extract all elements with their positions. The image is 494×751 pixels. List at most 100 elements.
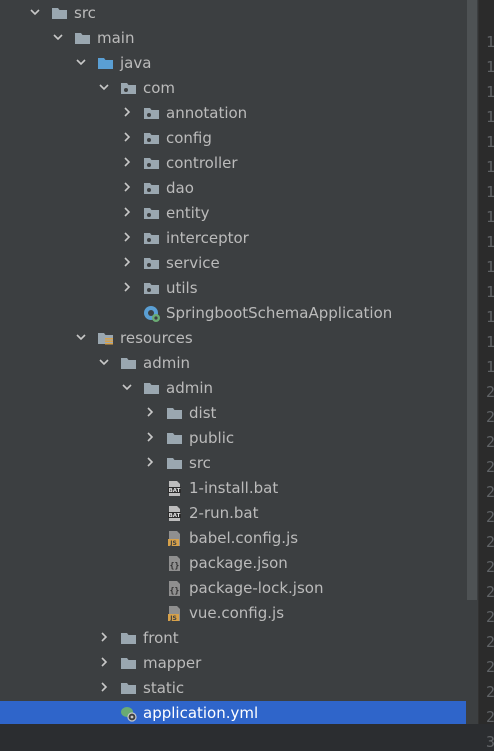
tree-item-label: static [143, 679, 185, 697]
chevron-right-icon[interactable] [122, 207, 132, 217]
chevron-right-icon[interactable] [122, 232, 132, 242]
folder-icon [166, 455, 183, 472]
chevron-right-icon[interactable] [122, 282, 132, 292]
tree-row[interactable]: src [0, 1, 466, 26]
tree-row[interactable]: controller [0, 151, 466, 176]
tree-row[interactable]: BAT 1-install.bat [0, 476, 466, 501]
tree-row[interactable]: entity [0, 201, 466, 226]
line-number: 2 [486, 508, 494, 526]
svg-text:BAT: BAT [169, 513, 181, 519]
tree-row[interactable]: resources [0, 326, 466, 351]
tree-row[interactable]: JS babel.config.js [0, 526, 466, 551]
chevron-down-icon[interactable] [53, 32, 63, 42]
tree-row[interactable]: public [0, 426, 466, 451]
chevron-right-icon[interactable] [99, 632, 109, 642]
chevron-down-icon[interactable] [122, 382, 132, 392]
chevron-right-icon[interactable] [99, 682, 109, 692]
tree-row[interactable]: application.yml [0, 701, 466, 724]
tree-item-label: package-lock.json [189, 579, 324, 597]
tree-row[interactable]: admin [0, 376, 466, 401]
folder-icon [51, 5, 68, 22]
tree-row[interactable]: static [0, 676, 466, 701]
folder-icon [166, 405, 183, 422]
tree-row[interactable]: {} package-lock.json [0, 576, 466, 601]
tree-row[interactable]: main [0, 26, 466, 51]
svg-text:{}: {} [170, 586, 180, 595]
tree-row[interactable]: utils [0, 276, 466, 301]
chevron-right-icon[interactable] [145, 432, 155, 442]
chevron-right-icon[interactable] [122, 182, 132, 192]
chevron-right-icon[interactable] [122, 132, 132, 142]
tree-row[interactable]: java [0, 51, 466, 76]
tree-item-label: admin [166, 379, 213, 397]
line-number: 1 [486, 333, 494, 351]
tree-row[interactable]: src [0, 451, 466, 476]
tree-row[interactable]: config [0, 126, 466, 151]
tree-row[interactable]: BAT 2-run.bat [0, 501, 466, 526]
chevron-down-icon[interactable] [99, 82, 109, 92]
tree-row[interactable]: admin [0, 351, 466, 376]
line-number: 1 [486, 308, 494, 326]
tree-item-label: controller [166, 154, 238, 172]
chevron-down-icon[interactable] [76, 332, 86, 342]
scrollbar-thumb[interactable] [467, 0, 477, 600]
line-number: 1 [486, 33, 494, 51]
svg-text:BAT: BAT [169, 488, 181, 494]
tree-row[interactable]: dao [0, 176, 466, 201]
package-icon [143, 205, 160, 222]
package-icon [120, 80, 137, 97]
line-number: 1 [486, 283, 494, 301]
chevron-right-icon[interactable] [99, 657, 109, 667]
source-folder-icon [97, 55, 114, 72]
folder-icon [120, 630, 137, 647]
chevron-right-icon[interactable] [145, 407, 155, 417]
line-number: 2 [486, 658, 494, 676]
tree-item-label: 1-install.bat [189, 479, 279, 497]
folder-icon [74, 30, 91, 47]
tree-item-label: main [97, 29, 135, 47]
line-number: 1 [486, 158, 494, 176]
tree-item-label: utils [166, 279, 198, 297]
folder-icon [143, 380, 160, 397]
chevron-down-icon[interactable] [76, 57, 86, 67]
tree-row[interactable]: dist [0, 401, 466, 426]
line-number: 1 [486, 133, 494, 151]
line-number: 2 [486, 533, 494, 551]
package-icon [143, 230, 160, 247]
resources-folder-icon [97, 330, 114, 347]
tree-row[interactable]: {} package.json [0, 551, 466, 576]
package-icon [143, 130, 160, 147]
folder-icon [120, 355, 137, 372]
chevron-right-icon[interactable] [122, 157, 132, 167]
tree-item-label: mapper [143, 654, 202, 672]
package-icon [143, 255, 160, 272]
tree-row[interactable]: JS vue.config.js [0, 601, 466, 626]
package-icon [143, 155, 160, 172]
tree-item-label: admin [143, 354, 190, 372]
chevron-right-icon[interactable] [122, 107, 132, 117]
tree-row[interactable]: annotation [0, 101, 466, 126]
json-file-icon: {} [166, 580, 183, 597]
chevron-right-icon[interactable] [145, 457, 155, 467]
tree-row[interactable]: com [0, 76, 466, 101]
package-icon [143, 105, 160, 122]
line-number: 1 [486, 233, 494, 251]
tree-item-label: entity [166, 204, 210, 222]
tree-row[interactable]: mapper [0, 651, 466, 676]
line-number: 2 [486, 608, 494, 626]
spring-boot-class-icon [143, 305, 160, 322]
line-number: 2 [486, 433, 494, 451]
tree-row[interactable]: service [0, 251, 466, 276]
tree-row[interactable]: interceptor [0, 226, 466, 251]
chevron-down-icon[interactable] [30, 7, 40, 17]
project-tree-panel: src main java com annotation config controller… [0, 0, 466, 724]
chevron-down-icon[interactable] [99, 357, 109, 367]
line-number: 2 [486, 383, 494, 401]
tree-item-label: 2-run.bat [189, 504, 259, 522]
tree-item-label: front [143, 629, 179, 647]
tree-item-label: dist [189, 404, 217, 422]
tree-row[interactable]: SpringbootSchemaApplication [0, 301, 466, 326]
tree-row[interactable]: front [0, 626, 466, 651]
line-number: 2 [486, 458, 494, 476]
chevron-right-icon[interactable] [122, 257, 132, 267]
